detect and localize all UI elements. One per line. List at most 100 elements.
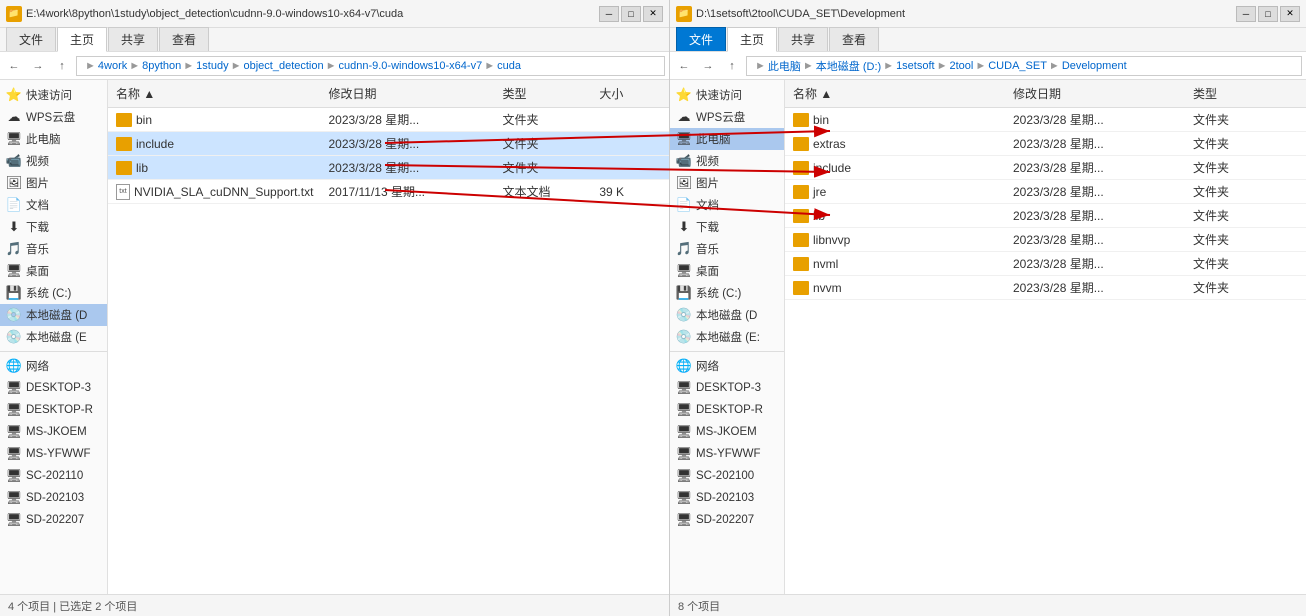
right-sidebar-item-download[interactable]: ⬇ 下载 — [670, 216, 784, 238]
right-close-btn[interactable]: ✕ — [1280, 6, 1300, 22]
left-address-path[interactable]: ► 4work ► 8python ► 1study ► object_dete… — [76, 56, 665, 76]
crumb-cuda[interactable]: cuda — [497, 60, 521, 72]
table-row[interactable]: extras 2023/3/28 星期... 文件夹 — [785, 132, 1306, 156]
right-sidebar-item-locale[interactable]: 💿 本地磁盘 (E: — [670, 326, 784, 348]
right-up-btn[interactable]: ↑ — [722, 56, 742, 76]
right-crumb-cudaset[interactable]: CUDA_SET — [988, 60, 1047, 72]
sidebar-item-msjkoem[interactable]: 🖥 MS-JKOEM — [0, 421, 107, 443]
sidebar-item-picture[interactable]: 🖼 图片 — [0, 172, 107, 194]
right-file-libnvvp[interactable]: libnvvp — [785, 233, 1005, 247]
crumb-4work[interactable]: 4work — [98, 60, 127, 72]
left-close-btn[interactable]: ✕ — [643, 6, 663, 22]
right-sidebar-item-network[interactable]: 🌐 网络 — [670, 355, 784, 377]
sidebar-item-wps[interactable]: ☁ WPS云盘 — [0, 106, 107, 128]
left-back-btn[interactable]: ← — [4, 56, 24, 76]
left-up-btn[interactable]: ↑ — [52, 56, 72, 76]
crumb-1study[interactable]: 1study — [196, 60, 228, 72]
sidebar-item-locale[interactable]: 💿 本地磁盘 (E — [0, 326, 107, 348]
right-sidebar-item-music[interactable]: 🎵 音乐 — [670, 238, 784, 260]
sidebar-item-music[interactable]: 🎵 音乐 — [0, 238, 107, 260]
right-file-nvml[interactable]: nvml — [785, 257, 1005, 271]
table-row[interactable]: include 2023/3/28 星期... 文件夹 — [785, 156, 1306, 180]
left-minimize-btn[interactable]: ─ — [599, 6, 619, 22]
sidebar-item-network[interactable]: 🌐 网络 — [0, 355, 107, 377]
table-row[interactable]: jre 2023/3/28 星期... 文件夹 — [785, 180, 1306, 204]
right-sidebar-item-systemc[interactable]: 💾 系统 (C:) — [670, 282, 784, 304]
file-name-bin[interactable]: bin — [108, 113, 320, 127]
col-header-name[interactable]: 名称 ▲ — [108, 83, 320, 104]
right-back-btn[interactable]: ← — [674, 56, 694, 76]
right-sidebar-item-sd202207[interactable]: 🖥 SD-202207 — [670, 509, 784, 531]
sidebar-item-desktopr[interactable]: 🖥 DESKTOP-R — [0, 399, 107, 421]
col-header-type[interactable]: 类型 — [494, 83, 591, 104]
left-maximize-btn[interactable]: □ — [621, 6, 641, 22]
left-forward-btn[interactable]: → — [28, 56, 48, 76]
right-tab-home[interactable]: 主页 — [727, 27, 777, 52]
sidebar-item-locald[interactable]: 💿 本地磁盘 (D — [0, 304, 107, 326]
right-sidebar-item-msyfwwf[interactable]: 🖥 MS-YFWWF — [670, 443, 784, 465]
right-tab-share[interactable]: 共享 — [778, 27, 828, 51]
sidebar-item-systemc[interactable]: 💾 系统 (C:) — [0, 282, 107, 304]
sidebar-item-thispc[interactable]: 🖥 此电脑 — [0, 128, 107, 150]
crumb-object-detection[interactable]: object_detection — [243, 60, 323, 72]
sidebar-item-quickaccess[interactable]: ⭐ 快速访问 — [0, 84, 107, 106]
right-col-header-name[interactable]: 名称 ▲ — [785, 83, 1005, 104]
right-maximize-btn[interactable]: □ — [1258, 6, 1278, 22]
right-sidebar-item-quickaccess[interactable]: ⭐ 快速访问 — [670, 84, 784, 106]
right-sidebar-item-desktop[interactable]: 🖥 桌面 — [670, 260, 784, 282]
right-minimize-btn[interactable]: ─ — [1236, 6, 1256, 22]
left-tab-file[interactable]: 文件 — [6, 27, 56, 51]
right-sidebar-item-picture[interactable]: 🖼 图片 — [670, 172, 784, 194]
file-name-lib[interactable]: lib — [108, 161, 320, 175]
right-col-header-type[interactable]: 类型 — [1185, 83, 1285, 104]
right-sidebar-item-wps[interactable]: ☁ WPS云盘 — [670, 106, 784, 128]
table-row[interactable]: libnvvp 2023/3/28 星期... 文件夹 — [785, 228, 1306, 252]
right-forward-btn[interactable]: → — [698, 56, 718, 76]
left-tab-share[interactable]: 共享 — [108, 27, 158, 51]
sidebar-item-video[interactable]: 📹 视频 — [0, 150, 107, 172]
right-sidebar-item-desktopr[interactable]: 🖥 DESKTOP-R — [670, 399, 784, 421]
sidebar-item-msyfwwf[interactable]: 🖥 MS-YFWWF — [0, 443, 107, 465]
crumb-cudnn[interactable]: cudnn-9.0-windows10-x64-v7 — [339, 60, 483, 72]
sidebar-item-doc[interactable]: 📄 文档 — [0, 194, 107, 216]
crumb-8python[interactable]: 8python — [142, 60, 181, 72]
file-name-include[interactable]: include — [108, 137, 320, 151]
table-row[interactable]: bin 2023/3/28 星期... 文件夹 — [108, 108, 669, 132]
table-row[interactable]: nvml 2023/3/28 星期... 文件夹 — [785, 252, 1306, 276]
right-crumb-2tool[interactable]: 2tool — [949, 60, 973, 72]
right-address-path[interactable]: ► 此电脑 ► 本地磁盘 (D:) ► 1setsoft ► 2tool ► C… — [746, 56, 1302, 76]
table-row[interactable]: include 2023/3/28 星期... 文件夹 — [108, 132, 669, 156]
right-sidebar-item-msjkoem[interactable]: 🖥 MS-JKOEM — [670, 421, 784, 443]
table-row[interactable]: nvvm 2023/3/28 星期... 文件夹 — [785, 276, 1306, 300]
left-tab-view[interactable]: 查看 — [159, 27, 209, 51]
right-sidebar-item-doc[interactable]: 📄 文档 — [670, 194, 784, 216]
col-header-size[interactable]: 大小 — [591, 83, 669, 104]
table-row[interactable]: lib 2023/3/28 星期... 文件夹 — [785, 204, 1306, 228]
right-file-lib[interactable]: lib — [785, 209, 1005, 223]
table-row[interactable]: lib 2023/3/28 星期... 文件夹 — [108, 156, 669, 180]
file-name-nvidia-txt[interactable]: txt NVIDIA_SLA_cuDNN_Support.txt — [108, 184, 320, 200]
col-header-date[interactable]: 修改日期 — [320, 83, 494, 104]
right-crumb-d[interactable]: 本地磁盘 (D:) — [816, 58, 881, 74]
right-sidebar-item-sd202103[interactable]: 🖥 SD-202103 — [670, 487, 784, 509]
sidebar-item-sc202110[interactable]: 🖥 SC-202110 — [0, 465, 107, 487]
right-crumb-development[interactable]: Development — [1062, 60, 1127, 72]
right-tab-view[interactable]: 查看 — [829, 27, 879, 51]
table-row[interactable]: txt NVIDIA_SLA_cuDNN_Support.txt 2017/11… — [108, 180, 669, 204]
sidebar-item-sd202207[interactable]: 🖥 SD-202207 — [0, 509, 107, 531]
right-sidebar-item-video[interactable]: 📹 视频 — [670, 150, 784, 172]
right-tab-file[interactable]: 文件 — [676, 27, 726, 51]
sidebar-item-desktop3[interactable]: 🖥 DESKTOP-3 — [0, 377, 107, 399]
left-tab-home[interactable]: 主页 — [57, 27, 107, 52]
table-row[interactable]: bin 2023/3/28 星期... 文件夹 — [785, 108, 1306, 132]
right-file-extras[interactable]: extras — [785, 137, 1005, 151]
right-sidebar-item-thispc[interactable]: 🖥 此电脑 — [670, 128, 784, 150]
right-sidebar-item-desktop3[interactable]: 🖥 DESKTOP-3 — [670, 377, 784, 399]
right-sidebar-item-locald[interactable]: 💿 本地磁盘 (D — [670, 304, 784, 326]
right-file-include[interactable]: include — [785, 161, 1005, 175]
right-crumb-thispc[interactable]: 此电脑 — [768, 58, 801, 74]
right-sidebar-item-sc[interactable]: 🖥 SC-202100 — [670, 465, 784, 487]
right-file-jre[interactable]: jre — [785, 185, 1005, 199]
right-file-nvvm[interactable]: nvvm — [785, 281, 1005, 295]
right-col-header-date[interactable]: 修改日期 — [1005, 83, 1185, 104]
